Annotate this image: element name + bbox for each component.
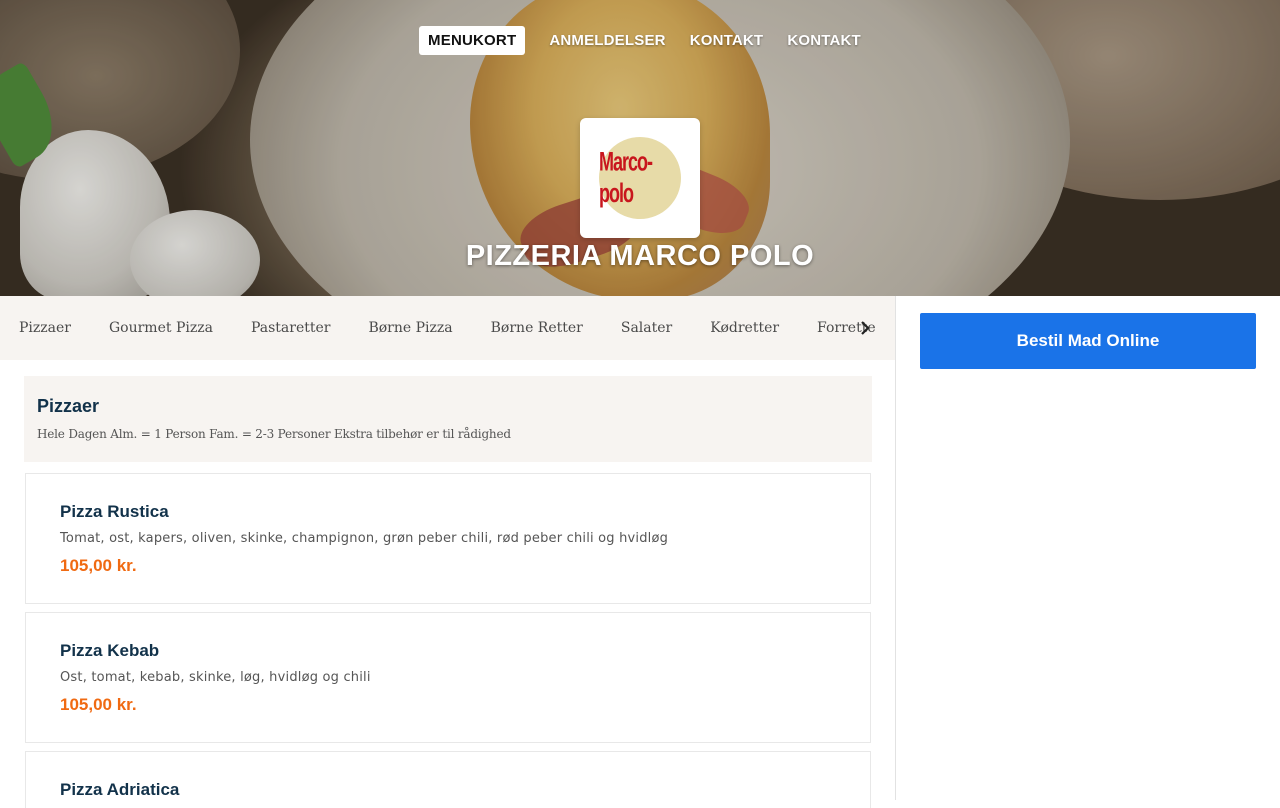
top-nav: MENUKORT ANMELDELSER KONTAKT KONTAKT (0, 26, 1280, 55)
section-title: Pizzaer (37, 396, 100, 416)
logo-badge: Marco-polo (599, 137, 681, 219)
restaurant-title: PIZZERIA MARCO POLO (465, 240, 815, 272)
menu-item-price: 105,00 kr. (60, 695, 137, 714)
menu-item-name: Pizza Rustica (60, 502, 169, 521)
category-salater[interactable]: Salater (602, 320, 691, 336)
hero-banner: MENUKORT ANMELDELSER KONTAKT KONTAKT Mar… (0, 0, 1280, 296)
category-gourmet-pizza[interactable]: Gourmet Pizza (90, 320, 232, 336)
menu-item-price: 105,00 kr. (60, 556, 137, 575)
logo-wordmark: Marco-polo (599, 146, 653, 209)
category-bar: Pizzaer Gourmet Pizza Pastaretter Børne … (0, 296, 895, 360)
menu-item-description: Tomat, ost, kapers, oliven, skinke, cham… (60, 531, 669, 546)
category-pizzaer[interactable]: Pizzaer (0, 320, 90, 336)
category-borne-pizza[interactable]: Børne Pizza (349, 320, 471, 336)
menu-item[interactable]: Pizza Rustica Tomat, ost, kapers, oliven… (25, 473, 871, 604)
column-divider (895, 296, 896, 800)
nav-kontakt-2[interactable]: KONTAKT (787, 26, 861, 55)
menu-section-header: Pizzaer Hele Dagen Alm. = 1 Person Fam. … (24, 376, 872, 462)
nav-menukort[interactable]: MENUKORT (419, 26, 526, 55)
menu-item[interactable]: Pizza Adriatica (25, 751, 871, 808)
menu-item-name: Pizza Kebab (60, 641, 160, 660)
category-borne-retter[interactable]: Børne Retter (472, 320, 602, 336)
nav-anmeldelser[interactable]: ANMELDELSER (549, 26, 665, 55)
restaurant-logo: Marco-polo (580, 118, 700, 238)
chevron-right-icon[interactable] (852, 296, 878, 360)
category-forrette[interactable]: Forrette (798, 320, 895, 336)
menu-item-name: Pizza Adriatica (60, 780, 180, 799)
category-pastaretter[interactable]: Pastaretter (232, 320, 350, 336)
order-online-button[interactable]: Bestil Mad Online (920, 313, 1256, 369)
category-kodretter[interactable]: Kødretter (691, 320, 798, 336)
section-description: Hele Dagen Alm. = 1 Person Fam. = 2-3 Pe… (37, 427, 511, 441)
menu-item[interactable]: Pizza Kebab Ost, tomat, kebab, skinke, l… (25, 612, 871, 743)
menu-item-description: Ost, tomat, kebab, skinke, løg, hvidløg … (60, 670, 371, 685)
nav-kontakt[interactable]: KONTAKT (690, 26, 764, 55)
